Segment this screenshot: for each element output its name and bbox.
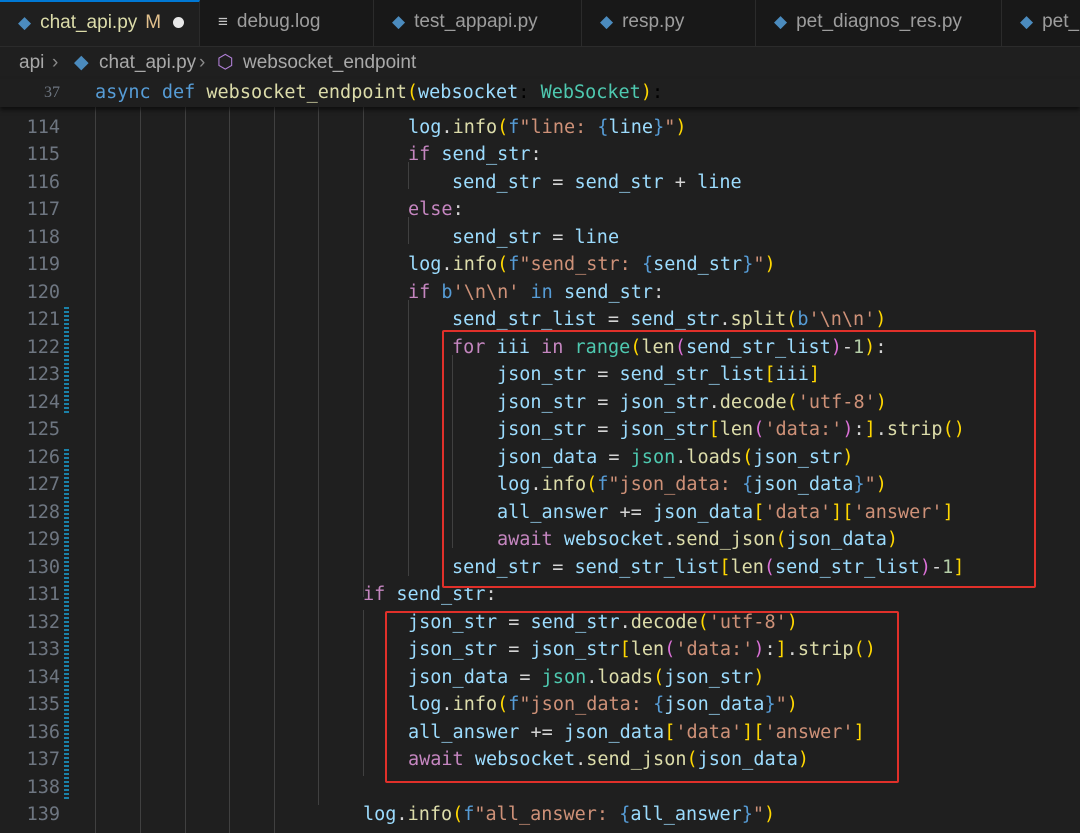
tab-label: test_appapi.py: [414, 11, 538, 32]
code-line: if b'\n\n' in send_str:: [408, 282, 665, 303]
line-number: 132: [26, 612, 60, 633]
breadcrumb-folder[interactable]: api: [19, 47, 44, 79]
line-number: 134: [26, 667, 60, 688]
code-line: log.info(f"all_answer: {all_answer}"): [363, 804, 776, 825]
code-line: send_str = line: [452, 227, 620, 248]
line-number: 115: [26, 144, 60, 165]
line-number: 122: [26, 337, 60, 358]
line-number: 117: [26, 199, 60, 220]
line-number: 137: [26, 749, 60, 770]
line-number: 136: [26, 722, 60, 743]
line-number: 127: [26, 474, 60, 495]
python-icon: ◆: [1020, 12, 1034, 31]
line-number: 135: [26, 694, 60, 715]
indent-guide: [95, 107, 96, 833]
line-number: 131: [26, 584, 60, 605]
python-icon: ◆: [600, 12, 614, 31]
method-symbol-icon: ⬡: [217, 52, 234, 73]
tab-test-appapi[interactable]: ◆ test_appapi.py: [374, 0, 582, 46]
tab-chat-api[interactable]: ◆ chat_api.py M: [0, 0, 200, 46]
indent-guide: [229, 107, 230, 833]
line-number: 126: [26, 447, 60, 468]
breadcrumb-symbol[interactable]: websocket_endpoint: [243, 47, 416, 79]
line-number: 129: [26, 529, 60, 550]
python-icon: ◆: [74, 52, 89, 73]
tab-label: pet_diagnos_res.py: [796, 11, 962, 32]
chevron-right-icon: ›: [52, 52, 59, 73]
tab-label: debug.log: [236, 11, 321, 32]
line-number: 138: [26, 777, 60, 798]
breadcrumb-file[interactable]: chat_api.py: [99, 47, 196, 79]
line-number: 120: [26, 282, 60, 303]
git-change-marker[interactable]: [64, 449, 69, 799]
indent-guide: [363, 610, 364, 776]
line-number: 133: [26, 639, 60, 660]
tab-resp[interactable]: ◆ resp.py: [582, 0, 756, 46]
indent-guide: [408, 300, 409, 576]
tab-debug-log[interactable]: ≡ debug.log: [200, 0, 374, 46]
line-number: 121: [26, 309, 60, 330]
highlight-box-for-loop: [442, 330, 1036, 588]
line-number: 37: [44, 84, 60, 101]
code-line: send_str = send_str + line: [452, 172, 742, 193]
code-line: send_str_list = send_str.split(b'\n\n'): [452, 309, 887, 330]
line-number: 128: [26, 502, 60, 523]
python-icon: ◆: [18, 13, 32, 32]
line-number: 130: [26, 557, 60, 578]
python-icon: ◆: [774, 12, 788, 31]
line-number: 116: [26, 172, 60, 193]
line-number: 119: [26, 254, 60, 275]
unsaved-dot-icon[interactable]: [173, 17, 185, 29]
line-number: 125: [26, 419, 60, 440]
code-line: log.info(f"send_str: {send_str}"): [408, 254, 776, 275]
breadcrumb: api › ◆ chat_api.py › ⬡ websocket_endpoi…: [0, 47, 1080, 79]
tab-label: pet_: [1042, 11, 1080, 32]
python-icon: ◆: [392, 12, 406, 31]
code-line: async def websocket_endpoint(websocket: …: [95, 82, 664, 103]
line-number: 118: [26, 227, 60, 248]
tab-bar: ◆ chat_api.py M ≡ debug.log ◆ test_appapi.py…: [0, 0, 1080, 47]
chevron-right-icon: ›: [199, 52, 206, 73]
code-editor[interactable]: 114 log.info(f"line: {line}") 115 if sen…: [0, 79, 1080, 833]
git-change-marker[interactable]: [64, 307, 69, 415]
sticky-scroll-header[interactable]: 37 async def websocket_endpoint(websocke…: [0, 79, 1080, 107]
indent-guide: [274, 107, 275, 833]
line-number: 123: [26, 364, 60, 385]
indent-guide: [185, 107, 186, 833]
code-line: if send_str:: [408, 144, 542, 165]
line-number: 124: [26, 392, 60, 413]
indent-guide: [318, 107, 319, 805]
highlight-box-if-block: [385, 611, 899, 783]
tab-label: resp.py: [622, 11, 685, 32]
tab-label: chat_api.py: [40, 12, 138, 33]
line-number: 114: [26, 117, 60, 138]
file-lines-icon: ≡: [218, 12, 228, 31]
tab-pet-diagnos-res[interactable]: ◆ pet_diagnos_res.py: [756, 0, 1002, 46]
modified-status: M: [145, 12, 162, 33]
code-line: log.info(f"line: {line}"): [408, 117, 687, 138]
indent-guide: [363, 107, 364, 597]
code-line: else:: [408, 199, 464, 220]
line-number: 139: [26, 804, 60, 825]
tab-pet-truncated[interactable]: ◆ pet_: [1002, 0, 1080, 46]
indent-guide: [140, 107, 141, 833]
